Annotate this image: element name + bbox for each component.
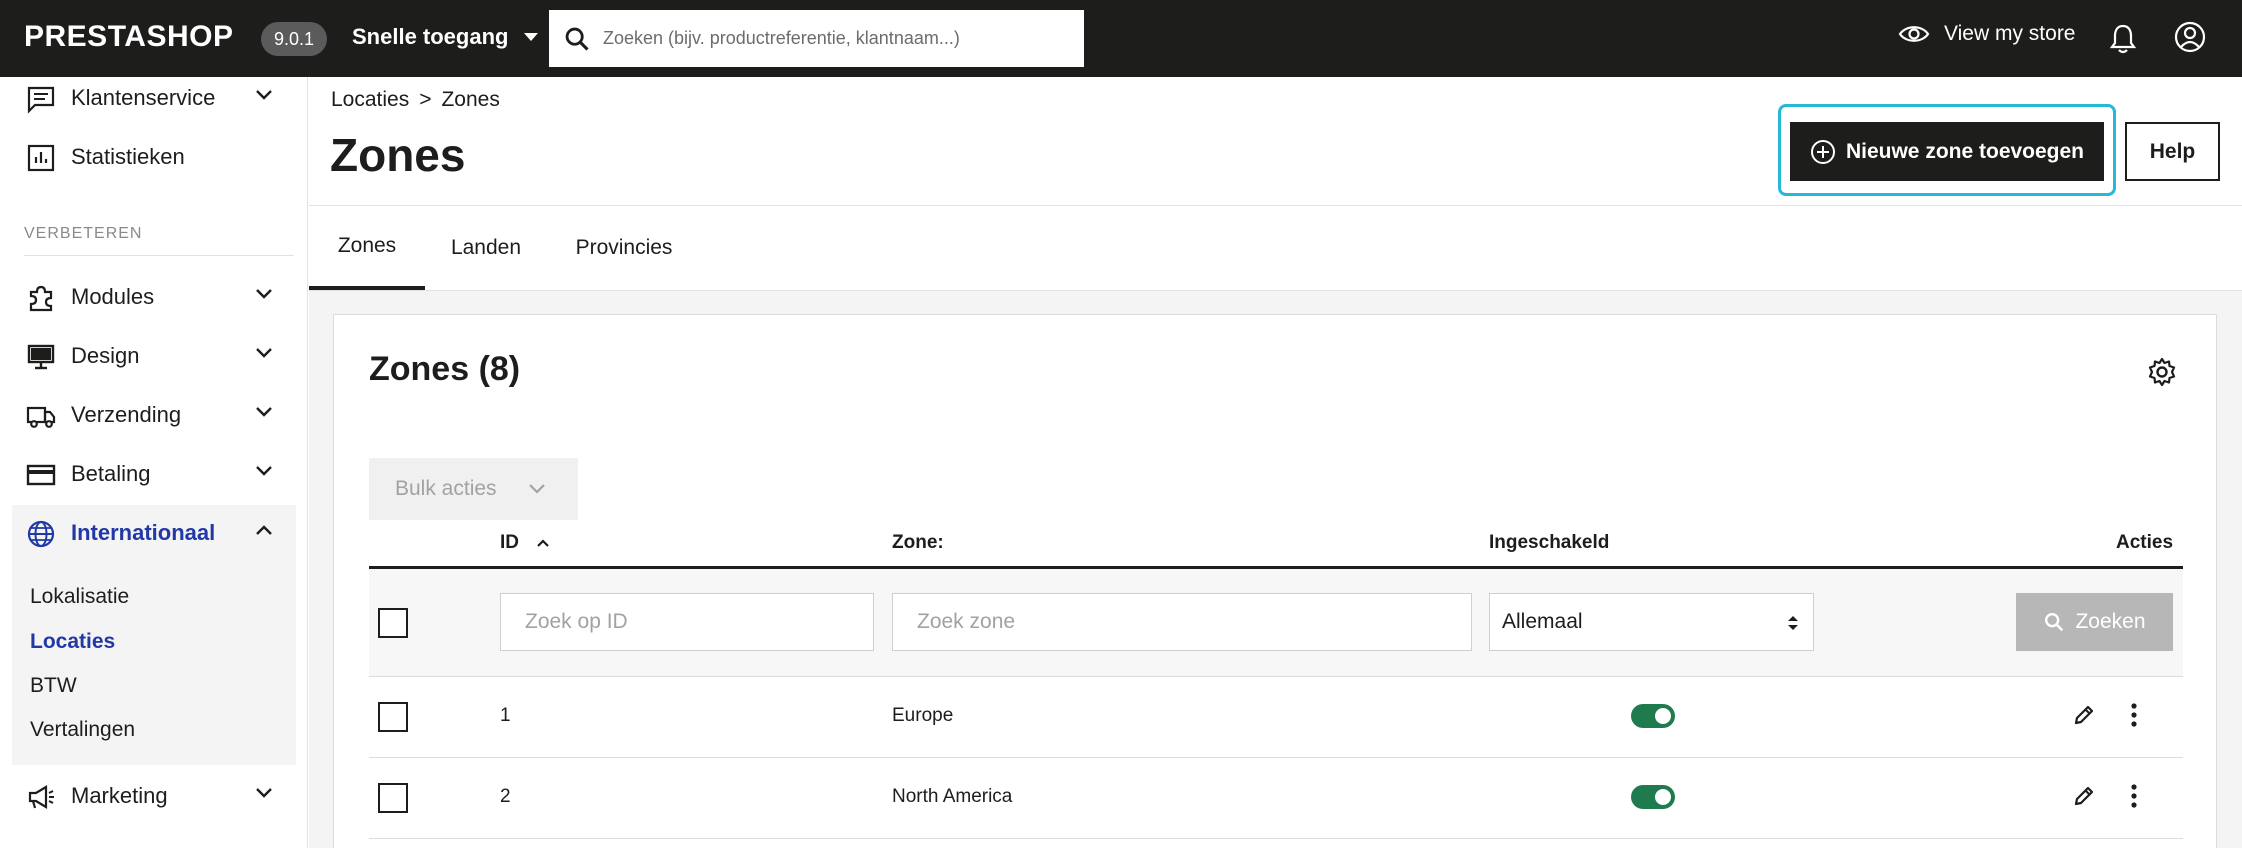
sidebar-item-label: Design [71, 343, 140, 368]
bulk-actions-button[interactable]: Bulk acties [369, 458, 578, 520]
sidebar-item-modules[interactable]: Modules [0, 269, 296, 325]
sidebar-item-label: Klantenservice [71, 85, 216, 110]
quick-access-label: Snelle toegang [352, 24, 509, 49]
column-actions-header: Acties [2116, 532, 2174, 553]
sidebar-item-statistieken[interactable]: Statistieken [0, 129, 296, 185]
breadcrumb: Locaties > Zones [331, 88, 500, 112]
sidebar-item-betaling[interactable]: Betaling [0, 446, 296, 502]
chevron-down-icon [256, 466, 272, 476]
card-icon [26, 464, 56, 486]
bulk-actions-label: Bulk acties [395, 477, 497, 500]
search-icon [2045, 613, 2064, 632]
zone-enabled-toggle[interactable] [1631, 785, 1675, 809]
eye-icon [1898, 26, 1930, 42]
puzzle-icon [29, 285, 53, 312]
search-bar[interactable] [549, 10, 1084, 67]
zone-id: 2 [500, 786, 511, 807]
sort-ascending-icon [537, 539, 549, 547]
sidebar-item-label: Statistieken [71, 144, 185, 169]
sidebar-item-label: Modules [71, 284, 155, 309]
sidebar-subitem-locaties[interactable]: Locaties [30, 630, 115, 654]
filter-zone-input[interactable] [892, 593, 1472, 651]
sidebar-item-label: Verzending [71, 402, 182, 427]
divider [24, 255, 294, 256]
sidebar-item-label: Betaling [71, 461, 151, 486]
card-title: Zones (8) [369, 350, 521, 388]
filter-id-input[interactable] [500, 593, 874, 651]
edit-pencil-icon[interactable] [2072, 703, 2096, 727]
sidebar-item-label: Internationaal [71, 520, 216, 545]
sidebar-item-internationaal[interactable]: Internationaal [0, 505, 296, 561]
select-arrows-icon [1788, 616, 1798, 630]
truck-icon [26, 406, 56, 428]
sidebar-section-title: VERBETEREN [24, 225, 143, 242]
breadcrumb-locaties[interactable]: Locaties [331, 88, 409, 112]
edit-pencil-icon[interactable] [2072, 784, 2096, 808]
filter-search-label: Zoeken [2075, 610, 2146, 633]
help-button[interactable]: Help [2125, 122, 2220, 181]
table-row: 1 Europe [369, 677, 2183, 758]
add-zone-label: Nieuwe zone toevoegen [1845, 139, 2085, 163]
zone-id: 1 [500, 705, 511, 726]
top-bar: PRESTASHOP 9.0.1 Snelle toegang View my … [0, 0, 2242, 77]
tab-provincies[interactable]: Provincies [547, 206, 701, 290]
chevron-down-icon [528, 484, 545, 494]
chevron-down-icon [256, 407, 272, 417]
column-enabled-header[interactable]: Ingeschakeld [1489, 532, 1609, 554]
search-icon [565, 27, 589, 51]
search-input[interactable] [603, 28, 1063, 49]
filter-enabled-value: Allemaal [1502, 610, 1583, 633]
more-vertical-icon[interactable] [2129, 782, 2139, 810]
table-row: 2 North America [369, 758, 2183, 839]
zone-name: North America [892, 786, 1013, 807]
filter-search-button[interactable]: Zoeken [2016, 593, 2173, 651]
view-store-link[interactable]: View my store [1898, 22, 2076, 46]
chevron-down-icon [256, 90, 272, 100]
megaphone-icon [28, 785, 54, 809]
account-icon[interactable] [2173, 20, 2207, 59]
tabs: Zones Landen Provincies [309, 206, 2242, 290]
globe-icon [27, 520, 55, 548]
version-badge: 9.0.1 [261, 22, 327, 56]
notifications-bell-icon[interactable] [2108, 22, 2138, 59]
chevron-down-icon [256, 788, 272, 798]
select-all-checkbox[interactable] [378, 608, 408, 638]
breadcrumb-separator: > [419, 88, 432, 111]
zone-name: Europe [892, 705, 954, 726]
plus-circle-icon [1810, 139, 1835, 164]
sidebar-item-design[interactable]: Design [0, 328, 296, 384]
add-zone-button[interactable]: Nieuwe zone toevoegen [1790, 122, 2104, 181]
chat-icon [27, 86, 55, 114]
row-checkbox[interactable] [378, 783, 408, 813]
chevron-down-icon [256, 348, 272, 358]
chart-icon [27, 144, 55, 172]
zone-enabled-toggle[interactable] [1631, 704, 1675, 728]
column-id-label: ID [500, 532, 519, 553]
view-store-label: View my store [1944, 22, 2076, 45]
sidebar-item-verzending[interactable]: Verzending [0, 387, 296, 443]
filter-enabled-select[interactable]: Allemaal [1489, 593, 1814, 651]
sidebar-subitem-vertalingen[interactable]: Vertalingen [30, 718, 135, 742]
prestashop-logo[interactable]: PRESTASHOP [24, 20, 233, 54]
column-id-header[interactable]: ID [500, 532, 551, 554]
sidebar-subitem-lokalisatie[interactable]: Lokalisatie [30, 585, 129, 609]
sidebar: Klantenservice Statistieken VERBETEREN M… [0, 77, 308, 848]
more-vertical-icon[interactable] [2129, 701, 2139, 729]
sidebar-item-label: Marketing [71, 783, 168, 808]
gear-icon[interactable] [2146, 356, 2178, 393]
sidebar-item-marketing[interactable]: Marketing [0, 768, 296, 824]
quick-access-dropdown[interactable]: Snelle toegang [352, 24, 539, 50]
caret-down-icon [524, 33, 539, 41]
tab-landen[interactable]: Landen [425, 206, 547, 290]
column-zone-header[interactable]: Zone: [892, 532, 944, 554]
chevron-down-icon [256, 289, 272, 299]
breadcrumb-current: Zones [441, 88, 500, 111]
chevron-up-icon [256, 525, 272, 535]
row-checkbox[interactable] [378, 702, 408, 732]
monitor-icon [27, 344, 55, 370]
tab-zones[interactable]: Zones [309, 206, 425, 290]
page-title: Zones [330, 129, 466, 181]
sidebar-item-klantenservice[interactable]: Klantenservice [0, 70, 296, 126]
sidebar-subitem-btw[interactable]: BTW [30, 674, 77, 698]
